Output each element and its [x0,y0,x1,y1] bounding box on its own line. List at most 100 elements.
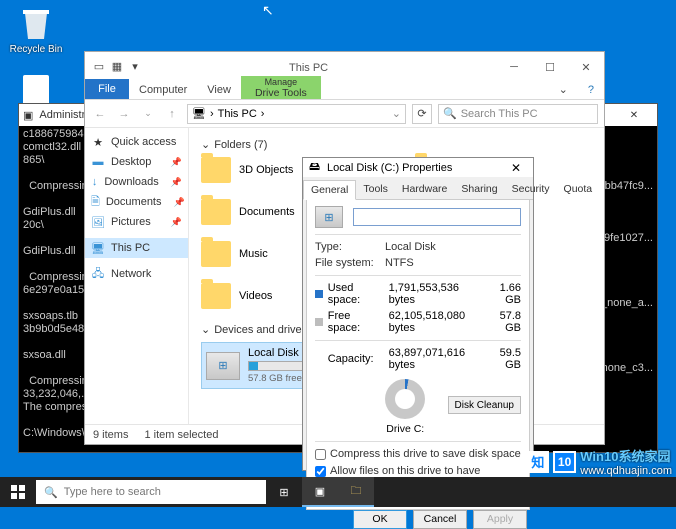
ribbon-tab-view[interactable]: View [197,81,241,99]
usage-pie-chart [385,379,425,419]
maximize-button[interactable]: ☐ [532,56,568,78]
compress-checkbox-row[interactable]: Compress this drive to save disk space [315,448,521,461]
search-placeholder: Type here to search [64,486,161,498]
cursor-icon: ↖ [262,2,274,19]
close-button[interactable]: ✕ [568,56,604,78]
tab-security[interactable]: Security [505,180,557,199]
close-button[interactable]: ✕ [615,104,653,126]
sidebar-item-this-pc[interactable]: 🖥This PC [85,238,188,258]
section-folders[interactable]: ⌄Folders (7) [201,138,592,151]
chevron-down-icon: ⌄ [201,138,210,151]
search-icon: 🔍 [443,107,457,120]
nav-up-button[interactable]: ↑ [163,105,181,123]
label: Type: [315,241,377,253]
tab-tools[interactable]: Tools [356,180,395,199]
sidebar-item-desktop[interactable]: ▬Desktop📌 [85,152,188,172]
free-gb: 57.8 GB [486,310,521,334]
watermark: 知 10 Win10系统家园 www.qdhuajin.com [527,446,672,477]
ribbon-tab-drive-tools[interactable]: Manage Drive Tools [241,76,321,99]
compress-checkbox[interactable] [315,449,326,460]
search-box[interactable]: 🔍 Search This PC [438,104,598,124]
tab-sharing[interactable]: Sharing [454,180,504,199]
folder-icon [201,241,231,267]
drive-label-input[interactable] [353,208,521,226]
apply-button[interactable]: Apply [473,510,527,529]
folder-3d-objects[interactable]: 3D Objects [201,157,295,183]
download-icon: ↓ [91,175,98,189]
sidebar-item-network[interactable]: 🖧 Network [85,264,188,284]
free-bytes: 62,105,518,080 bytes [389,310,482,334]
sidebar-item-downloads[interactable]: ↓ Downloads 📌 [85,172,188,192]
picture-icon: 🖼 [91,215,105,229]
sidebar-label: Quick access [111,136,176,148]
document-icon: 🗎 [91,195,100,209]
breadcrumb[interactable]: This PC [218,108,257,120]
task-view-button[interactable]: ⊞ [266,477,302,507]
used-bytes: 1,791,553,536 bytes [389,282,482,306]
ribbon-tab-file[interactable]: File [85,79,129,99]
ribbon-tab-computer[interactable]: Computer [129,81,197,99]
desktop-icon-label: Recycle Bin [10,44,63,55]
ribbon-expand-icon[interactable]: ⌄ [549,80,578,99]
qat-dropdown-icon[interactable]: ▾ [127,58,143,74]
folder-label: Documents [239,206,295,218]
pin-icon: 📌 [171,177,182,188]
search-placeholder: Search This PC [461,108,538,120]
refresh-button[interactable]: ⟳ [412,104,432,124]
pin-icon: 📌 [174,197,185,208]
chevron-down-icon: ⌄ [201,323,210,336]
label: Used space: [328,282,384,306]
capacity-gb: 59.5 GB [486,347,521,371]
network-icon: 🖧 [91,267,105,281]
folder-music[interactable]: Music [201,241,295,267]
breadcrumb-separator: › [210,108,214,120]
nav-forward-button[interactable]: → [115,105,133,123]
folder-videos[interactable]: Videos [201,283,295,309]
folder-documents[interactable]: Documents [201,199,295,225]
tab-quota[interactable]: Quota [557,180,600,199]
taskbar-app-explorer[interactable]: 🗀 [338,477,374,507]
qat-newfolder-icon[interactable]: ▦ [109,58,125,74]
value-type: Local Disk [385,241,521,253]
cancel-button[interactable]: Cancel [413,510,467,529]
sidebar-label: Network [111,268,151,280]
address-bar[interactable]: 🖥 › This PC › ⌄ [187,104,406,124]
start-button[interactable] [0,477,36,507]
drive-icon: 🖴 [309,158,323,177]
checkbox-label: Compress this drive to save disk space [330,448,521,461]
taskbar-app-cmd[interactable]: ▣ [302,477,338,507]
dialog-titlebar[interactable]: 🖴 Local Disk (C:) Properties ✕ [303,158,533,177]
capacity-bytes: 63,897,071,616 bytes [389,347,482,371]
nav-pane: ★ Quick access ▬Desktop📌 ↓ Downloads 📌 🗎 Doc… [85,128,189,424]
sidebar-item-quick-access[interactable]: ★ Quick access [85,132,188,152]
nav-back-button[interactable]: ← [91,105,109,123]
qat-properties-icon[interactable]: ▭ [91,58,107,74]
star-icon: ★ [91,135,105,149]
sidebar-label: Desktop [111,156,151,168]
zhihu-logo: 知 [527,451,549,473]
label: Free space: [328,310,384,334]
disk-cleanup-button[interactable]: Disk Cleanup [448,396,521,414]
folder-icon [201,199,231,225]
help-icon[interactable]: ? [578,81,604,99]
folder-label: Music [239,248,268,260]
ribbon-context-tab: Drive Tools [255,87,307,99]
sidebar-label: Downloads [104,176,158,188]
dialog-title: Local Disk (C:) Properties [327,162,452,174]
index-checkbox[interactable] [315,466,326,477]
nav-history-button[interactable]: ⌄ [139,105,157,123]
ok-button[interactable]: OK [353,510,407,529]
properties-dialog: 🖴 Local Disk (C:) Properties ✕ General T… [302,157,534,471]
sidebar-item-pictures[interactable]: 🖼Pictures📌 [85,212,188,232]
close-button[interactable]: ✕ [505,161,527,175]
sidebar-label: Documents [106,196,162,208]
addr-dropdown-icon[interactable]: ⌄ [392,107,401,120]
sidebar-item-documents[interactable]: 🗎 Documents 📌 [85,192,188,212]
desktop-recycle-bin[interactable]: Recycle Bin [6,6,66,55]
taskbar-search[interactable]: 🔍Type here to search [36,480,266,504]
tab-general[interactable]: General [303,180,356,200]
tab-hardware[interactable]: Hardware [395,180,455,199]
minimize-button[interactable]: ─ [496,56,532,78]
folder-icon [201,283,231,309]
win10-badge: 10 [553,451,576,473]
